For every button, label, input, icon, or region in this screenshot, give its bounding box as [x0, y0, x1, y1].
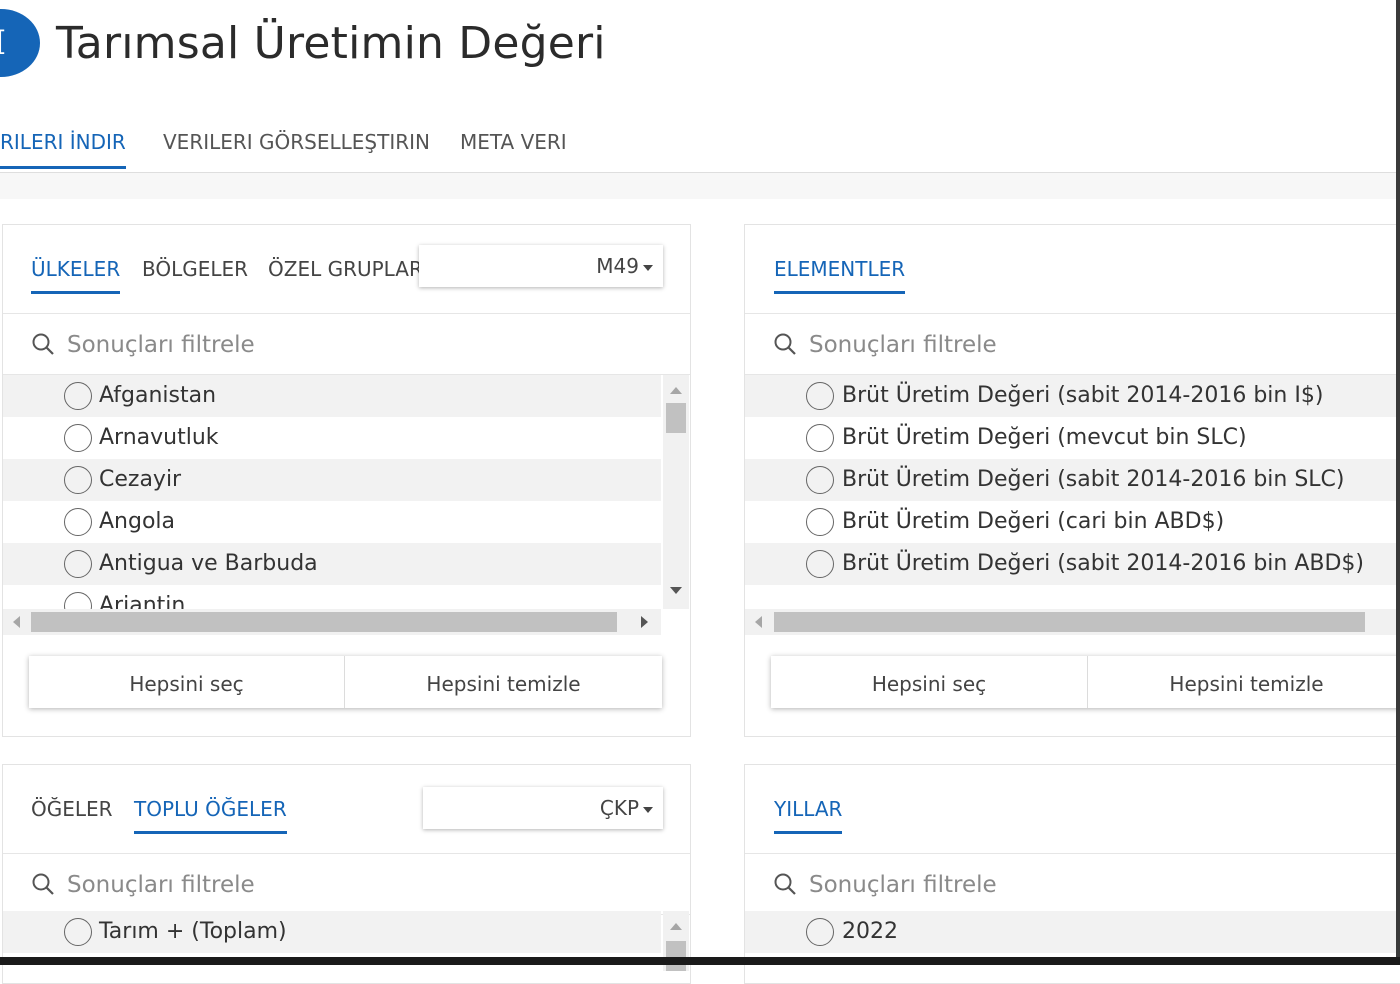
radio-button-icon[interactable]	[806, 918, 834, 946]
scroll-thumb[interactable]	[666, 941, 686, 971]
window-edge	[1396, 0, 1400, 965]
clear-all-button[interactable]: Hepsini temizle	[1087, 656, 1400, 708]
window-edge	[0, 957, 1400, 965]
countries-filter	[3, 314, 690, 375]
country-code-dropdown[interactable]: M49	[419, 245, 663, 287]
list-item[interactable]: 2022	[745, 911, 1400, 953]
dropdown-value: ÇKP	[599, 796, 639, 820]
tab-metadata[interactable]: META VERI	[460, 130, 567, 166]
scroll-right-arrow-icon[interactable]	[641, 616, 648, 628]
search-icon	[774, 873, 796, 895]
select-all-button[interactable]: Hepsini seç	[29, 656, 344, 708]
list-item[interactable]: Arnavutluk	[3, 417, 661, 459]
list-item[interactable]: Brüt Üretim Değeri (mevcut bin SLC)	[745, 417, 1400, 459]
scroll-thumb[interactable]	[31, 612, 617, 632]
tab-countries[interactable]: ÜLKELER	[31, 257, 121, 294]
years-panel-header: YILLAR	[745, 765, 1400, 854]
clear-all-button[interactable]: Hepsini temizle	[344, 656, 662, 708]
select-all-button[interactable]: Hepsini seç	[771, 656, 1087, 708]
app-logo: I	[0, 9, 40, 77]
radio-button-icon[interactable]	[806, 424, 834, 452]
tab-visualize-data[interactable]: VERILERI GÖRSELLEŞTIRIN	[163, 130, 430, 166]
scroll-thumb[interactable]	[666, 403, 686, 433]
countries-panel-header: ÜLKELER BÖLGELER ÖZEL GRUPLAR M49	[3, 225, 690, 314]
list-item[interactable]: Brüt Üretim Değeri (sabit 2014-2016 bin …	[745, 459, 1400, 501]
radio-button-icon[interactable]	[806, 382, 834, 410]
page-title: Tarımsal Üretimin Değeri	[56, 18, 606, 69]
countries-filter-input[interactable]	[65, 326, 629, 364]
tab-years[interactable]: YILLAR	[774, 797, 843, 834]
list-item[interactable]: Brüt Üretim Değeri (sabit 2014-2016 bin …	[745, 543, 1400, 585]
scroll-down-arrow-icon[interactable]	[670, 587, 682, 594]
radio-button-icon[interactable]	[64, 424, 92, 452]
search-icon	[774, 333, 796, 355]
scroll-thumb[interactable]	[774, 612, 1365, 632]
tab-aggregate-items[interactable]: TOPLU ÖĞELER	[134, 797, 287, 834]
radio-button-icon[interactable]	[64, 592, 92, 609]
radio-button-icon[interactable]	[806, 466, 834, 494]
countries-horizontal-scrollbar[interactable]	[3, 609, 661, 635]
radio-button-icon[interactable]	[64, 382, 92, 410]
tab-special-groups[interactable]: ÖZEL GRUPLAR	[268, 257, 423, 291]
items-filter	[3, 854, 690, 915]
radio-button-icon[interactable]	[806, 550, 834, 578]
scroll-up-arrow-icon[interactable]	[670, 923, 682, 930]
list-item[interactable]: Tarım + (Toplam)	[3, 911, 661, 953]
elements-button-group: Hepsini seç Hepsini temizle	[771, 656, 1400, 708]
tab-elements[interactable]: ELEMENTLER	[774, 257, 906, 294]
countries-button-group: Hepsini seç Hepsini temizle	[29, 656, 662, 708]
main-tabs: RILERI İNDIR VERILERI GÖRSELLEŞTIRIN MET…	[0, 118, 1400, 173]
radio-button-icon[interactable]	[64, 508, 92, 536]
scroll-left-arrow-icon[interactable]	[755, 616, 762, 628]
radio-button-icon[interactable]	[806, 508, 834, 536]
elements-filter	[745, 314, 1400, 375]
list-item[interactable]: Antigua ve Barbuda	[3, 543, 661, 585]
elements-panel: ELEMENTLER Brüt Üretim Değeri (sabit 201…	[744, 224, 1400, 737]
list-item[interactable]: Cezayir	[3, 459, 661, 501]
years-filter	[745, 854, 1400, 915]
years-panel: YILLAR 2022	[744, 764, 1400, 984]
countries-vertical-scrollbar[interactable]	[663, 375, 689, 609]
radio-button-icon[interactable]	[64, 918, 92, 946]
radio-button-icon[interactable]	[64, 550, 92, 578]
scroll-up-arrow-icon[interactable]	[670, 387, 682, 394]
countries-panel: ÜLKELER BÖLGELER ÖZEL GRUPLAR M49 Afgani…	[2, 224, 691, 737]
elements-horizontal-scrollbar[interactable]	[745, 609, 1400, 635]
list-item[interactable]: Brüt Üretim Değeri (cari bin ABD$)	[745, 501, 1400, 543]
items-panel: ÖĞELER TOPLU ÖĞELER ÇKP Tarım + (Toplam)	[2, 764, 691, 984]
page-header: I Tarımsal Üretimin Değeri	[0, 0, 1400, 100]
list-item[interactable]: Arjantin	[3, 585, 661, 609]
list-item[interactable]: Brüt Üretim Değeri (sabit 2014-2016 bin …	[745, 375, 1400, 417]
search-icon	[32, 873, 54, 895]
tab-regions[interactable]: BÖLGELER	[142, 257, 248, 291]
elements-filter-input[interactable]	[807, 326, 1371, 364]
list-item[interactable]: Angola	[3, 501, 661, 543]
radio-button-icon[interactable]	[64, 466, 92, 494]
section-divider	[0, 173, 1400, 199]
caret-down-icon	[643, 264, 653, 271]
years-filter-input[interactable]	[807, 866, 1371, 904]
scroll-left-arrow-icon[interactable]	[13, 616, 20, 628]
items-panel-header: ÖĞELER TOPLU ÖĞELER ÇKP	[3, 765, 690, 854]
elements-panel-header: ELEMENTLER	[745, 225, 1400, 314]
tab-items[interactable]: ÖĞELER	[31, 797, 113, 831]
tab-download-data[interactable]: RILERI İNDIR	[0, 130, 126, 169]
dropdown-value: M49	[596, 254, 639, 278]
item-group-dropdown[interactable]: ÇKP	[423, 787, 663, 829]
search-icon	[32, 333, 54, 355]
items-filter-input[interactable]	[65, 866, 629, 904]
caret-down-icon	[643, 806, 653, 813]
list-item[interactable]: Afganistan	[3, 375, 661, 417]
